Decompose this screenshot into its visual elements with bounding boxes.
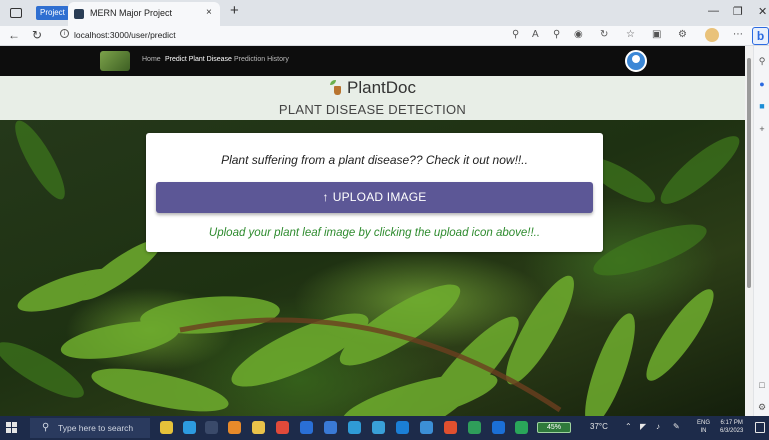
app-logo-icon[interactable]	[100, 51, 130, 71]
task-view-icon[interactable]	[205, 421, 218, 434]
volume-icon[interactable]: ♪	[656, 422, 660, 431]
copilot-b-icon[interactable]: b	[752, 27, 769, 45]
new-tab-button[interactable]: +	[230, 2, 239, 19]
brand-name: PlantDoc	[347, 78, 416, 97]
edge-app-icon[interactable]	[372, 421, 385, 434]
refresh-icon[interactable]: ↻	[32, 28, 42, 42]
tab-title: MERN Major Project	[90, 8, 173, 18]
taskbar-search-input[interactable]: Type here to search	[58, 423, 133, 433]
nav-link-home[interactable]: Home	[142, 56, 161, 63]
workspace-badge[interactable]: Project	[36, 6, 69, 20]
vscode-icon[interactable]	[492, 421, 505, 434]
brand-header: PlantDoc PLANT DISEASE DETECTION	[0, 76, 745, 120]
pen-icon[interactable]: ✎	[673, 422, 680, 431]
upload-image-button[interactable]: ↑ UPLOAD IMAGE	[156, 182, 593, 213]
file-explorer-icon[interactable]	[252, 421, 265, 434]
back-icon[interactable]: ←	[8, 28, 20, 42]
nav-link-history[interactable]: Prediction History	[234, 56, 289, 63]
store-icon[interactable]	[324, 421, 337, 434]
app-navbar: Home Predict Plant Disease Prediction Hi…	[0, 46, 745, 76]
clock-date: 6/3/2023	[720, 428, 744, 434]
user-avatar-icon[interactable]	[625, 50, 647, 72]
tab-close-icon[interactable]: ×	[206, 7, 212, 18]
whatsapp-icon[interactable]	[515, 421, 528, 434]
zoom-icon[interactable]: ⚲	[553, 29, 560, 40]
close-window-icon[interactable]: ✕	[758, 5, 767, 18]
card-hint: Upload your plant leaf image by clicking…	[208, 227, 541, 239]
potted-plant-icon	[329, 80, 343, 96]
teams-icon[interactable]	[300, 421, 313, 434]
browser-tab-active[interactable]: MERN Major Project ×	[68, 2, 220, 26]
cortana-icon[interactable]	[183, 421, 196, 434]
wifi-icon[interactable]: ◤	[640, 422, 646, 431]
battery-indicator[interactable]: 45%	[537, 422, 571, 433]
brand-row: PlantDoc	[0, 78, 745, 100]
read-aloud-icon[interactable]: A	[532, 29, 539, 40]
restore-icon[interactable]: ❐	[733, 5, 743, 18]
page-title: PLANT DISEASE DETECTION	[278, 102, 467, 117]
scrollbar-thumb[interactable]	[747, 58, 751, 288]
upload-button-label: UPLOAD IMAGE	[332, 190, 427, 204]
tracking-icon[interactable]: ◉	[574, 29, 583, 40]
sidebar-search-icon[interactable]: ⚲	[757, 56, 767, 66]
more-menu-icon[interactable]: ⋯	[733, 29, 743, 40]
windows-taskbar: ⚲ Type here to search 45% 37°C ⌃ ◤ ♪ ✎ E…	[0, 416, 769, 440]
search-icon: ⚲	[42, 422, 50, 433]
collections-icon[interactable]: ▣	[652, 29, 661, 40]
clock-time: 6:17 PM	[720, 420, 743, 426]
sidebar-outlook-icon[interactable]: ■	[757, 101, 767, 111]
sidebar-settings-icon[interactable]: ⚙	[757, 402, 767, 412]
sidebar-layout-icon[interactable]: □	[757, 380, 767, 390]
sidebar-app-icon[interactable]: ●	[757, 79, 767, 89]
lang-bottom: IN	[700, 428, 707, 434]
notification-icon[interactable]	[755, 422, 765, 433]
profile-icon[interactable]	[705, 28, 719, 42]
lang-top: ENG	[697, 420, 711, 426]
firefox-icon[interactable]	[228, 421, 241, 434]
tray-chevron-icon[interactable]: ⌃	[625, 422, 632, 431]
tab-favicon-icon	[74, 9, 84, 19]
workspaces-icon[interactable]	[10, 8, 22, 18]
favorites-bar-icon[interactable]: ☆	[626, 29, 635, 40]
screen: Project MERN Major Project × + — ❐ ✕ ← ↻…	[0, 0, 769, 440]
weather-temperature[interactable]: 37°C	[590, 422, 608, 431]
pocket-icon[interactable]	[276, 421, 289, 434]
extensions-icon[interactable]: ⚙	[678, 29, 687, 40]
chrome-icon[interactable]	[444, 421, 457, 434]
search-page-icon[interactable]: ⚲	[512, 29, 519, 40]
language-indicator[interactable]: ENG IN	[697, 419, 710, 435]
nav-link-predict[interactable]: Predict Plant Disease	[165, 56, 232, 63]
windows-start-icon[interactable]	[6, 422, 18, 434]
app-green-icon[interactable]	[468, 421, 481, 434]
address-bar-row: ← ↻ i localhost:3000/user/predict ⚲ A ⚲ …	[0, 26, 769, 46]
upload-arrow-icon: ↑	[322, 190, 329, 204]
mail-icon[interactable]	[348, 421, 361, 434]
browser-tab-strip: Project MERN Major Project × + — ❐ ✕	[0, 0, 769, 26]
vpn-icon[interactable]	[420, 421, 433, 434]
minimize-icon[interactable]: —	[708, 5, 719, 17]
edge-sidebar: ⚲ ● ■ + □ ⚙	[753, 46, 769, 416]
refresh-extension-icon[interactable]: ↻	[600, 29, 608, 40]
card-question: Plant suffering from a plant disease?? C…	[221, 153, 528, 167]
site-info-icon[interactable]: i	[60, 29, 69, 38]
sidebar-add-icon[interactable]: +	[757, 124, 767, 134]
taskbar-clock[interactable]: 6:17 PM 6/3/2023	[720, 419, 743, 435]
page-viewport: Home Predict Plant Disease Prediction Hi…	[0, 46, 745, 416]
page-scrollbar[interactable]	[745, 46, 753, 416]
upload-card: Plant suffering from a plant disease?? C…	[146, 133, 603, 252]
edge-browser-icon[interactable]	[396, 421, 409, 434]
widgets-icon[interactable]	[160, 421, 173, 434]
address-input[interactable]: localhost:3000/user/predict	[74, 30, 176, 40]
taskbar-search[interactable]: ⚲ Type here to search	[30, 418, 150, 438]
